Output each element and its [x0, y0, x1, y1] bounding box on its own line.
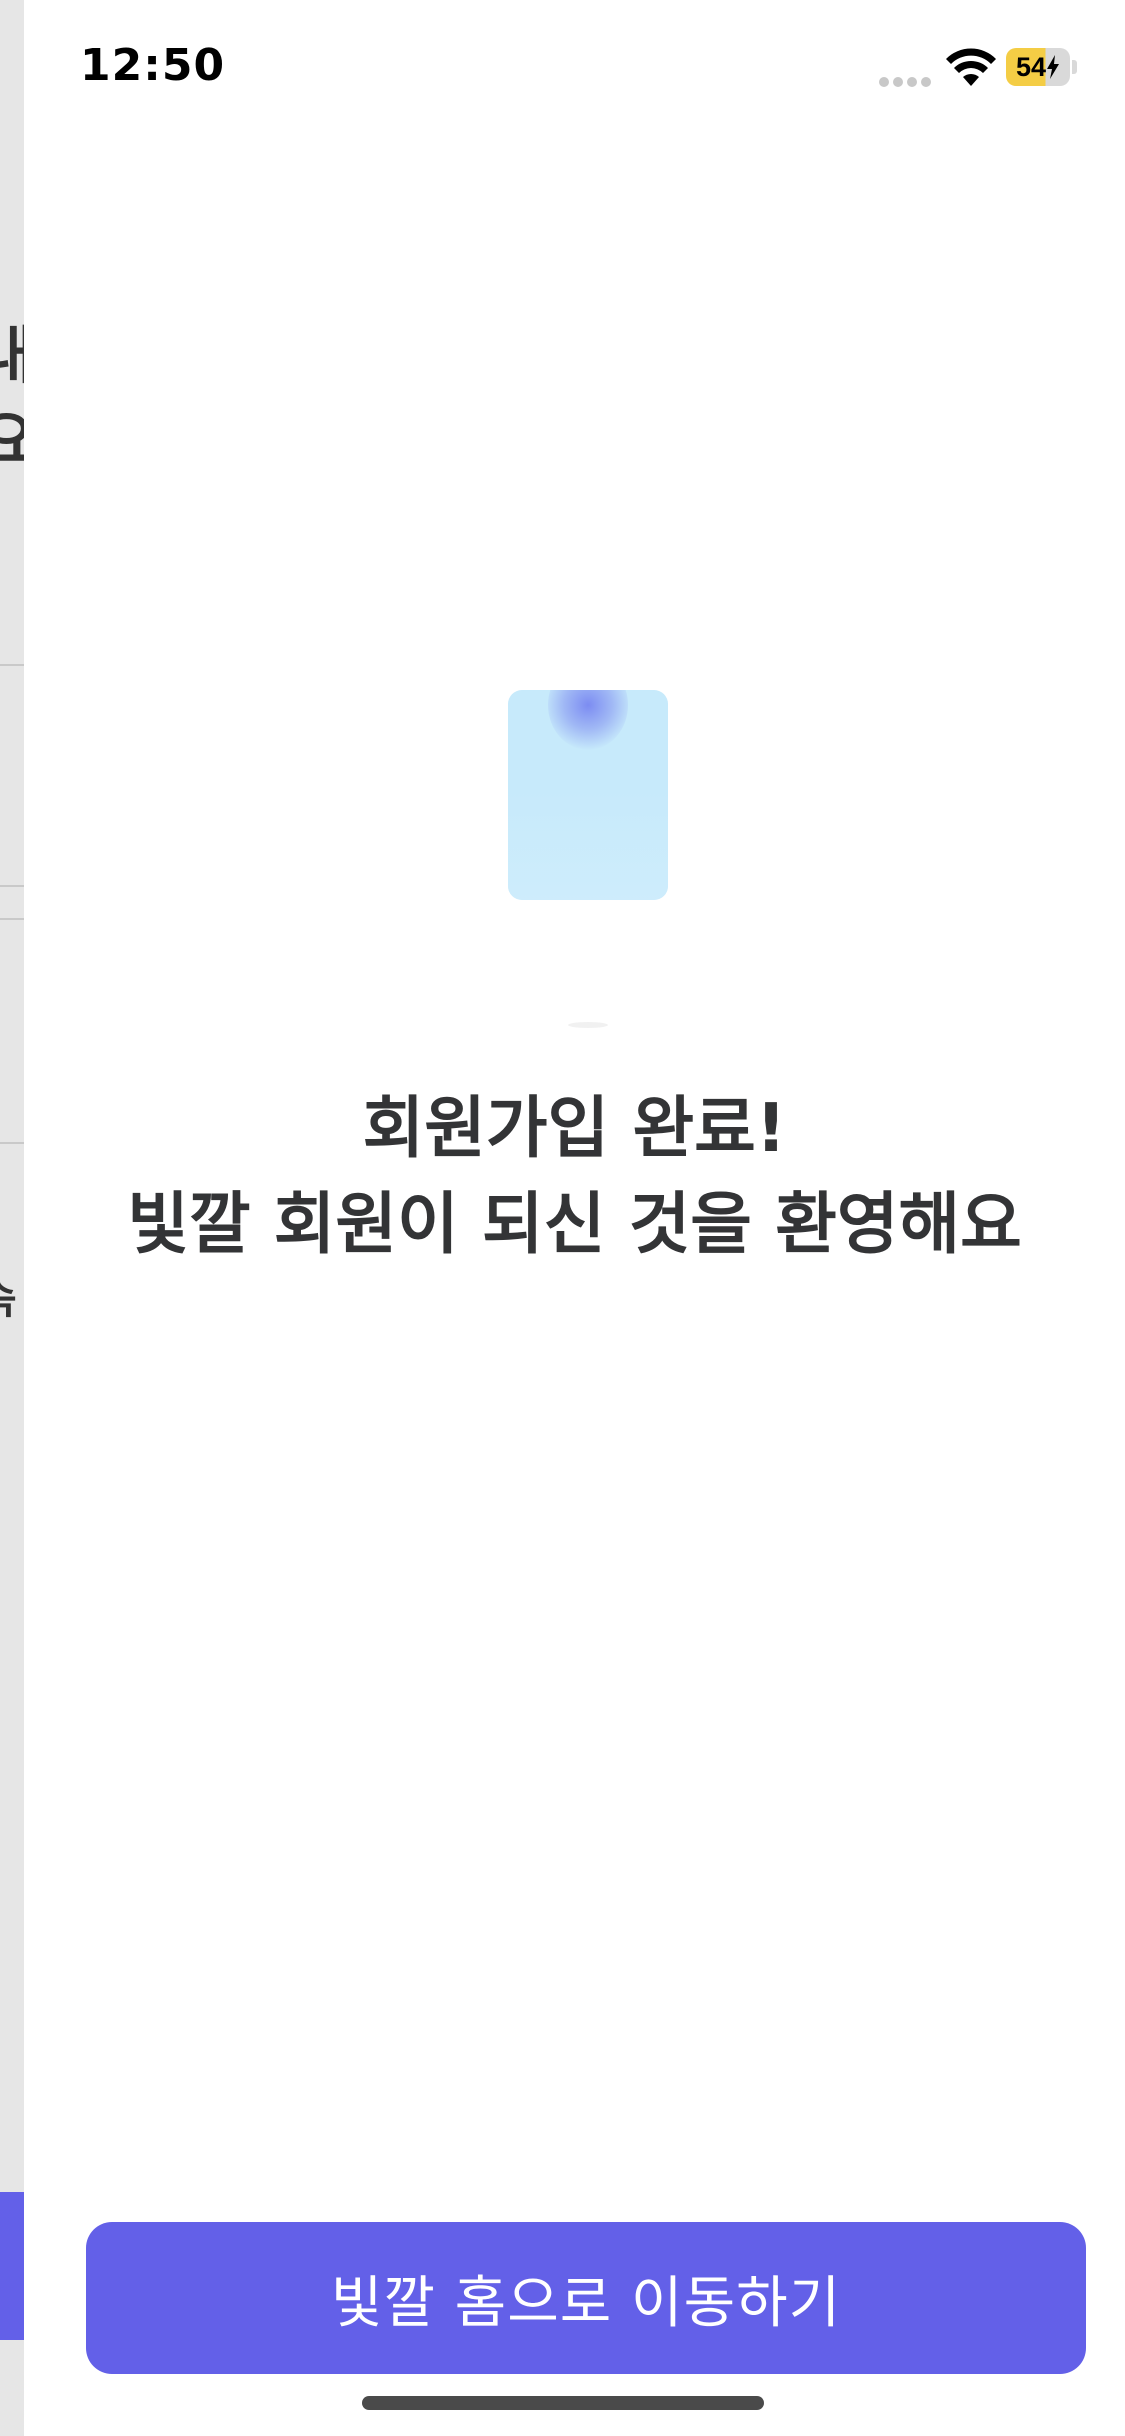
divider: [0, 664, 24, 666]
status-time: 12:50: [80, 40, 226, 91]
status-bar: 12:50 54: [24, 0, 1125, 140]
background-page-button: [0, 2192, 24, 2340]
battery-level: 54: [1015, 51, 1047, 82]
cellular-signal-icon: [879, 72, 935, 87]
divider: [0, 885, 24, 887]
divider: [0, 1142, 24, 1144]
charging-bolt-icon: [1047, 55, 1060, 79]
illustration-shadow: [568, 1022, 608, 1028]
background-page-text: 요: [0, 390, 24, 480]
wifi-icon: [946, 48, 996, 88]
welcome-message: 회원가입 완료! 빛깔 회원이 되신 것을 환영해요: [24, 1080, 1125, 1272]
welcome-title: 회원가입 완료!: [362, 1089, 787, 1167]
divider: [0, 918, 24, 920]
battery-icon: 54: [1006, 48, 1078, 86]
background-page: 내 요 ) 속: [0, 0, 24, 2436]
home-indicator[interactable]: [362, 2396, 764, 2410]
welcome-subtitle: 빛깔 회원이 되신 것을 환영해요: [127, 1185, 1022, 1263]
background-page-text: 속: [0, 1265, 17, 1326]
welcome-card-illustration: [508, 690, 668, 900]
background-page-text: 내: [0, 305, 24, 395]
go-home-button[interactable]: 빛깔 홈으로 이동하기: [86, 2222, 1086, 2374]
signup-complete-screen: 12:50 54 회원가입 완료! 빛깔 회원이 되신 것을 환영해요 빛깔 홈…: [24, 0, 1125, 2436]
